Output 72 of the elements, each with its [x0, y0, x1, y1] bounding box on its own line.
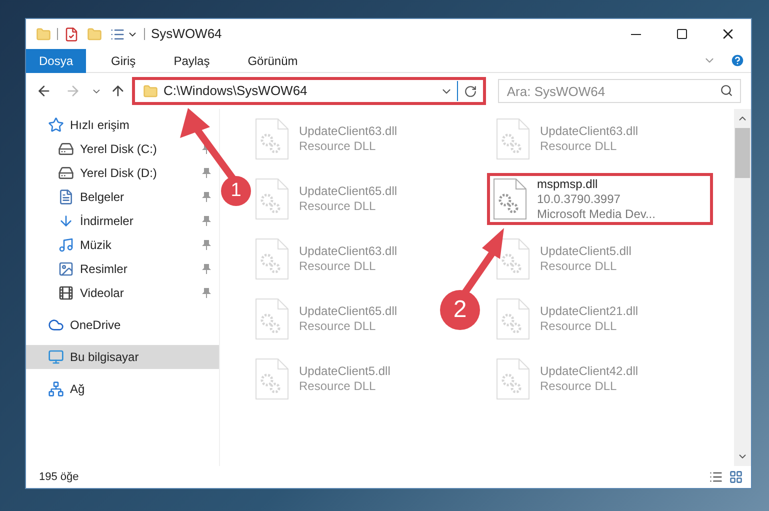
sidebar-item[interactable]: OneDrive: [26, 313, 219, 337]
file-detail: Resource DLL: [299, 319, 377, 334]
file-detail: Resource DLL: [299, 199, 377, 214]
search-field[interactable]: Ara: SysWOW64: [498, 79, 741, 103]
file-gears-icon: [496, 358, 530, 400]
cloud-icon: [48, 317, 64, 333]
file-gears-icon: [493, 178, 527, 220]
help-icon[interactable]: [730, 53, 745, 68]
back-arrow-icon[interactable]: [36, 83, 52, 99]
maximize-icon: [676, 28, 688, 40]
file-name: UpdateClient63.dll: [299, 124, 398, 139]
ribbon-tab[interactable]: Paylaş: [160, 48, 223, 72]
file-detail: Resource DLL: [540, 319, 618, 334]
ribbon-tab[interactable]: Dosya: [26, 48, 86, 72]
item-count: 195 öğe: [39, 470, 79, 485]
sidebar-item[interactable]: İndirmeler: [26, 209, 219, 233]
file-item[interactable]: mspmsp.dll 10.0.3790.3997 Microsoft Media Dev...: [487, 173, 713, 225]
sidebar-item[interactable]: Hızlı erişim: [26, 113, 219, 137]
file-detail: Resource DLL: [299, 379, 377, 394]
ribbon-tab[interactable]: Görünüm: [234, 48, 311, 72]
large-icons-view-icon[interactable]: [729, 470, 743, 484]
refresh-icon[interactable]: [464, 84, 477, 98]
sidebar-item[interactable]: Belgeler: [26, 185, 219, 209]
sidebar-item[interactable]: Bu bilgisayar: [26, 345, 219, 369]
file-name: UpdateClient63.dll: [299, 244, 398, 259]
sidebar-item[interactable]: Müzik: [26, 233, 219, 257]
sidebar-item[interactable]: Resimler: [26, 257, 219, 281]
file-gears-icon: [496, 238, 530, 280]
file-name: UpdateClient21.dll: [540, 304, 638, 319]
folder-icon: [142, 84, 158, 98]
file-detail: 10.0.3790.3997: [537, 192, 622, 206]
drive-icon: [58, 141, 74, 157]
file-name: UpdateClient5.dll: [299, 364, 390, 379]
window-title: SysWOW64: [151, 25, 222, 44]
file-detail: Resource DLL: [540, 379, 618, 394]
file-detail: Resource DLL: [540, 139, 618, 154]
file-gears-icon: [255, 358, 289, 400]
film-icon: [58, 285, 74, 301]
address-field[interactable]: C:\Windows\SysWOW64: [132, 77, 486, 105]
star-icon: [48, 117, 64, 133]
file-gears-icon: [255, 118, 289, 160]
details-view-icon[interactable]: [709, 470, 723, 484]
document-icon: [58, 189, 74, 205]
properties-icon[interactable]: [110, 26, 125, 42]
picture-icon: [58, 261, 74, 277]
file-detail: Resource DLL: [299, 259, 377, 274]
sidebar-item[interactable]: Videolar: [26, 281, 219, 305]
scroll-thumb[interactable]: [735, 128, 750, 178]
file-name: UpdateClient42.dll: [540, 364, 638, 379]
file-name: UpdateClient65.dll: [299, 184, 398, 199]
file-detail: Resource DLL: [299, 139, 377, 154]
music-note-icon: [58, 237, 74, 253]
file-name: mspmsp.dll: [537, 176, 599, 192]
ribbon-tab[interactable]: Giriş: [98, 48, 149, 72]
file-name: UpdateClient65.dll: [299, 304, 398, 319]
file-gears-icon: [255, 238, 289, 280]
file-detail: Resource DLL: [540, 259, 618, 274]
file-gears-icon: [255, 298, 289, 340]
file-gears-icon: [255, 178, 289, 220]
file-detail: Microsoft Media Dev...: [537, 206, 656, 222]
search-icon: [720, 84, 733, 97]
network-icon: [48, 381, 64, 397]
monitor-icon: [48, 349, 64, 365]
file-gears-icon: [496, 118, 530, 160]
scrollbar[interactable]: [734, 109, 751, 466]
drive-icon: [58, 165, 74, 181]
file-name: UpdateClient63.dll: [540, 124, 638, 139]
file-gears-icon: [496, 298, 530, 340]
sidebar-item[interactable]: Ağ: [26, 377, 219, 401]
sidebar-item[interactable]: Yerel Disk (D:): [26, 161, 219, 185]
file-name: UpdateClient5.dll: [540, 244, 632, 259]
checklist-icon[interactable]: [64, 26, 79, 42]
